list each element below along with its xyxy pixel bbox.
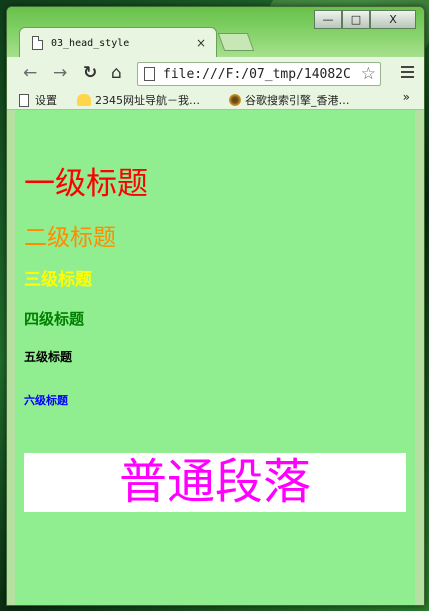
paragraph-box: 普通段落 — [24, 453, 406, 512]
bookmark-label: 谷歌搜索引擎_香港… — [245, 94, 350, 107]
address-bar[interactable]: file:///F:/07_tmp/14082C ☆ — [137, 62, 381, 86]
heading-level-4: 四级标题 — [24, 310, 85, 328]
bookmarks-bar: 设置 2345网址导航－我… 谷歌搜索引擎_香港… » — [7, 89, 424, 110]
home-icon[interactable]: ⌂ — [111, 64, 122, 82]
normal-paragraph: 普通段落 — [118, 454, 311, 510]
window-controls: — □ X — [314, 10, 416, 29]
hamburger-menu-icon[interactable] — [401, 66, 414, 81]
document-icon — [19, 93, 29, 107]
heading-level-2: 二级标题 — [24, 225, 116, 251]
close-window-button[interactable]: X — [370, 10, 416, 29]
heading-level-3: 三级标题 — [24, 270, 92, 290]
bookmark-star-icon[interactable]: ☆ — [358, 64, 376, 84]
bookmarks-overflow-icon[interactable]: » — [403, 90, 410, 104]
back-arrow-icon[interactable]: ← — [23, 64, 37, 82]
maximize-button[interactable]: □ — [342, 10, 370, 29]
bookmark-label: 设置 — [35, 94, 57, 107]
bookmark-item-2345[interactable]: 2345网址导航－我… — [77, 92, 200, 108]
document-icon — [32, 36, 43, 50]
tab-title: 03_head_style — [51, 37, 130, 49]
new-tab-button[interactable] — [217, 33, 255, 51]
page-content: 一级标题 二级标题 三级标题 四级标题 五级标题 六级标题 普通段落 — [15, 110, 415, 605]
page-icon — [144, 67, 155, 81]
heading-level-6: 六级标题 — [24, 394, 68, 407]
heading-level-5: 五级标题 — [24, 350, 73, 364]
bookmark-item-settings[interactable]: 设置 — [19, 92, 57, 108]
minimize-button[interactable]: — — [314, 10, 342, 29]
bookmark-item-google[interactable]: 谷歌搜索引擎_香港… — [229, 92, 350, 108]
forward-arrow-icon[interactable]: → — [53, 64, 67, 82]
address-text[interactable]: file:///F:/07_tmp/14082C — [163, 67, 351, 82]
tab-active[interactable]: 03_head_style × — [19, 27, 217, 58]
reload-icon[interactable]: ↻ — [83, 64, 97, 82]
heading-level-1: 一级标题 — [24, 166, 148, 202]
bookmark-label: 2345网址导航－我… — [95, 94, 200, 107]
tab-close-icon[interactable]: × — [196, 36, 206, 50]
title-bar: — □ X 03_head_style × — [7, 7, 424, 58]
2345-logo-icon — [77, 94, 91, 106]
google-doodle-icon — [229, 94, 241, 106]
toolbar: ← → ↻ ⌂ file:///F:/07_tmp/14082C ☆ — [7, 57, 424, 89]
browser-window: — □ X 03_head_style × ← → ↻ ⌂ file:///F:… — [6, 6, 425, 606]
